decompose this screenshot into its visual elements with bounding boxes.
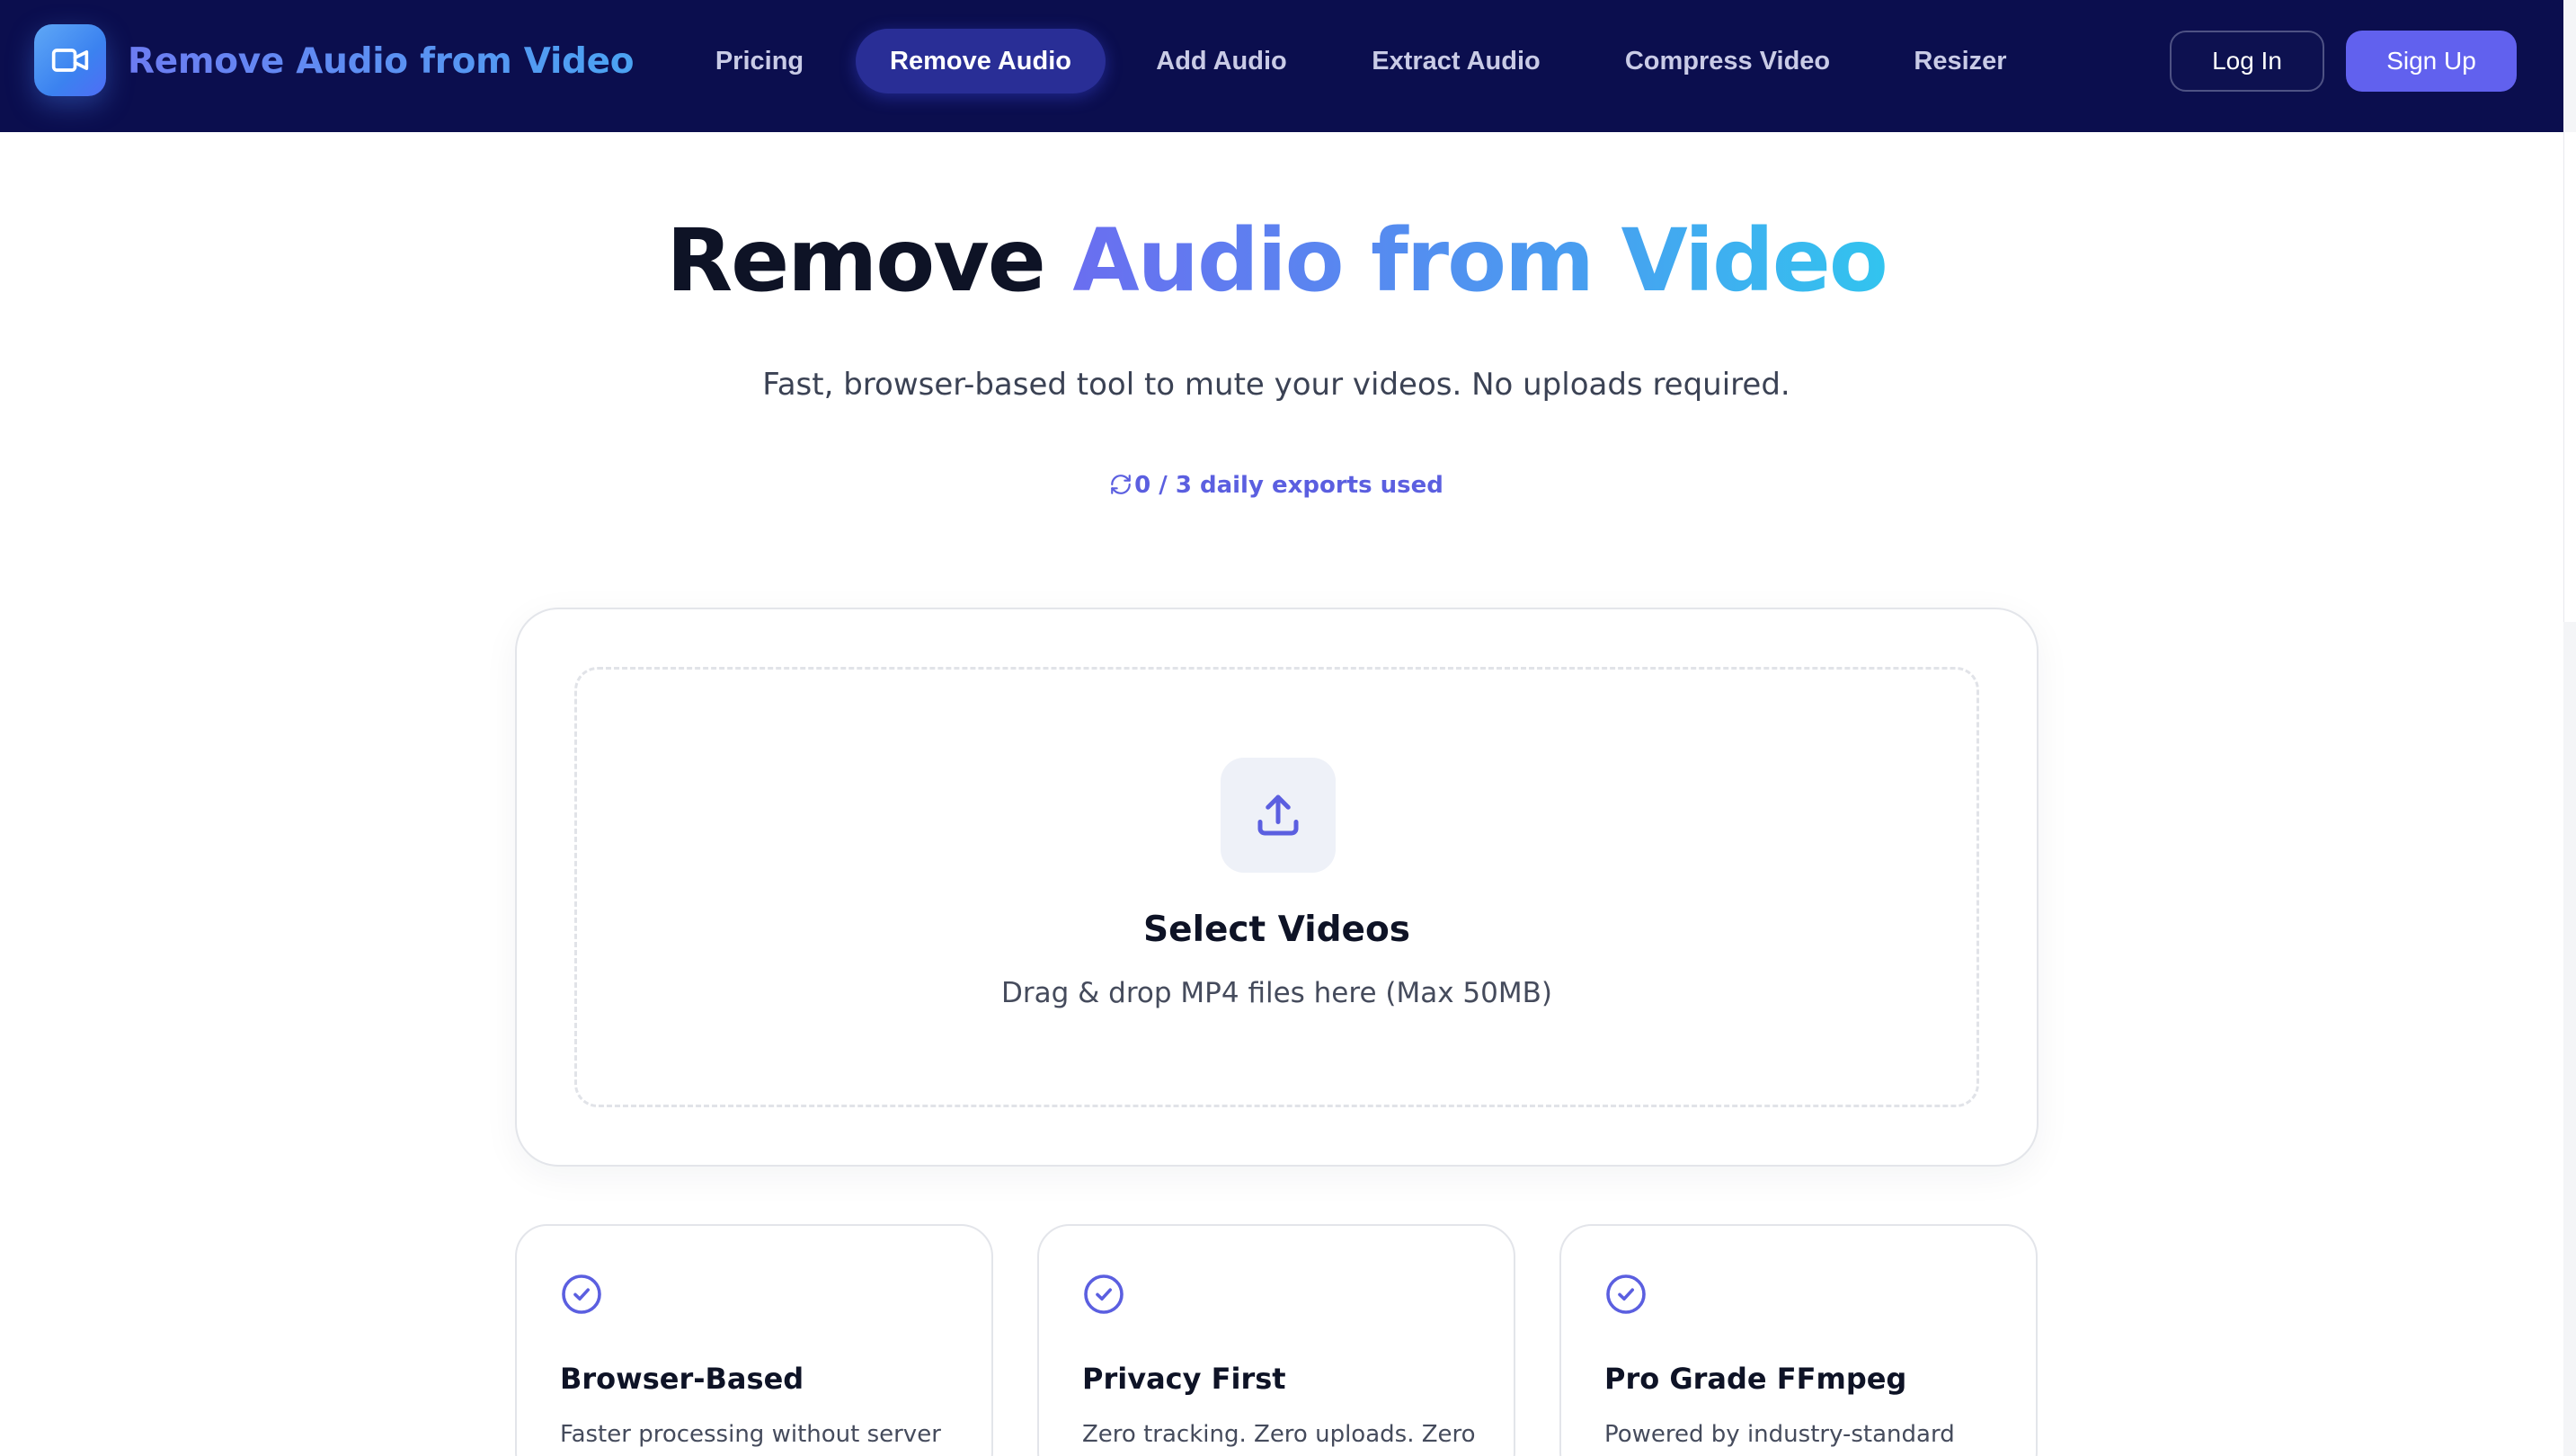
page-scrollbar-thumb[interactable]	[2563, 132, 2576, 622]
upload-icon	[1257, 795, 1299, 836]
feature-title: Pro Grade FFmpeg	[1604, 1362, 1907, 1396]
nav-resizer[interactable]: Resizer	[1902, 29, 2019, 93]
drop-zone-title: Select Videos	[1143, 910, 1410, 950]
logo[interactable]	[34, 24, 106, 96]
page-title: Remove Audio from Video	[0, 209, 2553, 313]
export-quota: 0 / 3 daily exports used	[0, 467, 2553, 503]
nav-extract-audio[interactable]: Extract Audio	[1361, 29, 1551, 93]
refresh-icon	[1111, 475, 1131, 494]
nav-compress-video[interactable]: Compress Video	[1612, 29, 1843, 93]
upload-card: Select Videos Drag & drop MP4 files here…	[515, 608, 2039, 1167]
feature-card-browser-based: Browser-Based Faster processing without …	[515, 1224, 993, 1456]
video-camera-icon	[51, 49, 89, 72]
feature-card-privacy-first: Privacy First Zero tracking. Zero upload…	[1037, 1224, 1515, 1456]
drop-zone-subtitle: Drag & drop MP4 files here (Max 50MB)	[1001, 977, 1552, 1009]
login-button[interactable]: Log In	[2170, 31, 2324, 92]
nav-pricing[interactable]: Pricing	[701, 29, 818, 93]
check-circle-icon	[1084, 1274, 1124, 1314]
feature-description: Powered by industry-standard	[1604, 1421, 1955, 1448]
signup-button[interactable]: Sign Up	[2346, 31, 2517, 92]
feature-description: Zero tracking. Zero uploads. Zero	[1082, 1421, 1476, 1448]
nav-add-audio[interactable]: Add Audio	[1140, 29, 1303, 93]
feature-title: Privacy First	[1082, 1362, 1286, 1396]
video-drop-zone[interactable]: Select Videos Drag & drop MP4 files here…	[574, 667, 1979, 1107]
check-circle-icon	[1606, 1274, 1646, 1314]
page-title-main: Remove	[666, 210, 1046, 311]
check-circle-icon	[562, 1274, 601, 1314]
page-subtitle: Fast, browser-based tool to mute your vi…	[762, 367, 1790, 403]
top-navbar: Remove Audio from Video Pricing Remove A…	[0, 0, 2563, 132]
page-title-accent: Audio from Video	[1072, 210, 1888, 311]
upload-icon-box[interactable]	[1221, 758, 1336, 873]
brand-name[interactable]: Remove Audio from Video	[128, 40, 635, 84]
feature-card-pro-grade-ffmpeg: Pro Grade FFmpeg Powered by industry-sta…	[1559, 1224, 2038, 1456]
feature-description: Faster processing without server	[560, 1421, 941, 1448]
feature-title: Browser-Based	[560, 1362, 804, 1396]
export-quota-text: 0 / 3 daily exports used	[1134, 472, 1443, 499]
nav-remove-audio[interactable]: Remove Audio	[856, 29, 1106, 93]
